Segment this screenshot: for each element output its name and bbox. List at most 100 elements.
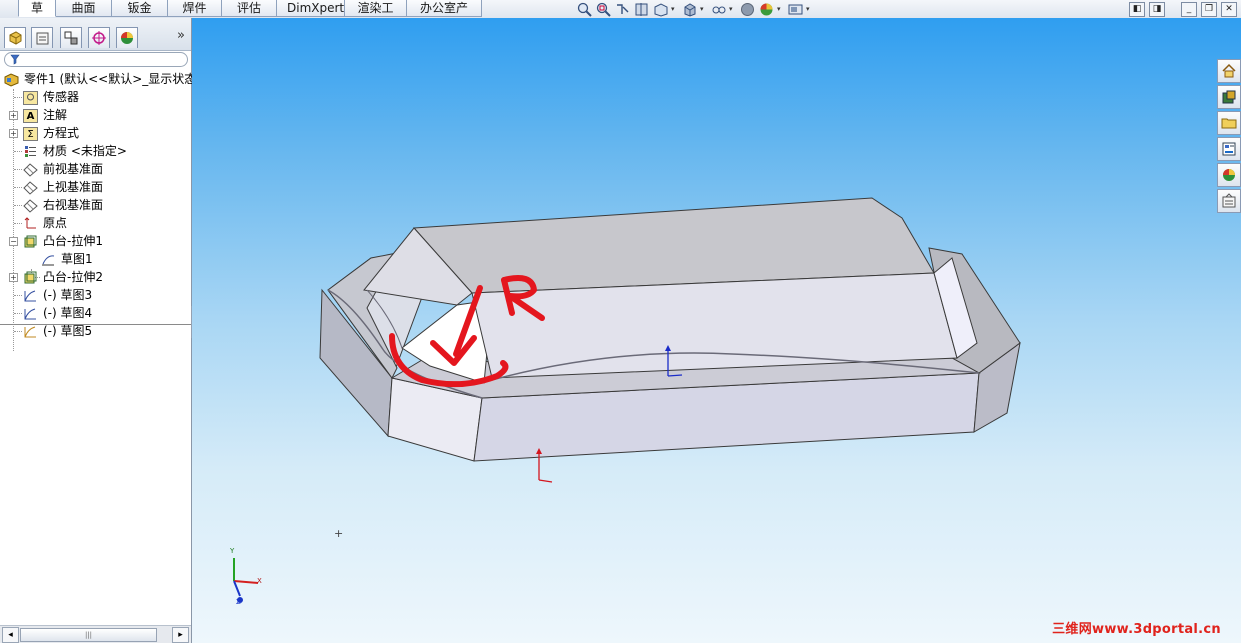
- cursor-mark: +: [334, 527, 343, 540]
- extrude-icon: [23, 235, 38, 249]
- dimxpert-icon[interactable]: [88, 27, 110, 48]
- tree-item-annotations[interactable]: A 注解: [23, 106, 67, 124]
- sketch-icon: [23, 325, 38, 339]
- tree-item-sketch3[interactable]: (-) 草图3: [23, 286, 92, 304]
- extrude-icon: [23, 271, 38, 285]
- tab-sketch[interactable]: 草图: [18, 0, 56, 31]
- tab-weldments[interactable]: 焊件: [168, 0, 222, 17]
- tab-office-products[interactable]: 办公室产品: [407, 0, 482, 31]
- configurationmanager-icon[interactable]: [60, 27, 82, 48]
- plane-icon: [23, 198, 38, 213]
- tile-right-button[interactable]: ◨: [1149, 1, 1165, 17]
- equation-icon: Σ: [23, 126, 38, 141]
- tree-item-label: 凸台-拉伸1: [43, 234, 103, 248]
- featuremanager-icon[interactable]: [4, 27, 26, 48]
- tree-item-sketch4[interactable]: (-) 草图4: [23, 304, 92, 322]
- window-controls: ◧ ◨ _ ❐ ✕: [1129, 0, 1241, 18]
- tile-left-button[interactable]: ◧: [1129, 1, 1145, 17]
- tab-sheet-metal[interactable]: 钣金: [112, 0, 168, 17]
- plane-icon: [23, 162, 38, 177]
- tree-item-label: 前视基准面: [43, 162, 104, 176]
- horizontal-scrollbar[interactable]: ◂ ||| ▸: [0, 625, 191, 643]
- view-orientation-icon[interactable]: [652, 1, 669, 17]
- part-icon: [4, 72, 19, 87]
- section-view-icon[interactable]: [633, 1, 650, 17]
- collapse-boss-extrude1-button[interactable]: −: [9, 237, 18, 246]
- hide-show-icon[interactable]: [710, 1, 727, 17]
- tab-surfaces[interactable]: 曲面: [56, 0, 112, 17]
- propertymanager-icon[interactable]: [31, 27, 53, 48]
- view-settings-dropdown-icon[interactable]: ▾: [806, 1, 814, 17]
- scroll-left-icon[interactable]: ◂: [2, 627, 19, 643]
- scroll-right-icon[interactable]: ▸: [172, 627, 189, 643]
- tree-item-material[interactable]: 材质 <未指定>: [23, 142, 127, 160]
- tab-evaluate[interactable]: 评估: [222, 0, 277, 17]
- zoom-area-icon[interactable]: [595, 1, 612, 17]
- view-settings-icon[interactable]: [787, 1, 804, 17]
- display-style-dropdown-icon[interactable]: ▾: [700, 1, 708, 17]
- triad-z-label: Z: [236, 598, 241, 606]
- rollback-bar[interactable]: [0, 324, 191, 325]
- triad-y-label: Y: [230, 547, 235, 555]
- custom-properties-icon[interactable]: [1217, 189, 1241, 213]
- tree-root-part[interactable]: 零件1 (默认<<默认>_显示状态: [4, 70, 196, 88]
- tree-item-sketch1[interactable]: 草图1: [41, 250, 93, 268]
- material-icon: [23, 145, 38, 159]
- file-explorer-icon[interactable]: [1217, 111, 1241, 135]
- tree-item-top-plane[interactable]: 上视基准面: [23, 178, 103, 196]
- triad-x-label: X: [257, 577, 262, 585]
- design-library-icon[interactable]: [1217, 85, 1241, 109]
- tree-item-sensors[interactable]: 传感器: [23, 88, 79, 106]
- sensor-icon: [23, 90, 38, 105]
- tree-item-label: 注解: [43, 108, 68, 122]
- plane-icon: [23, 180, 38, 195]
- view-palette-icon[interactable]: [1217, 137, 1241, 161]
- heads-up-view-toolbar: ▾ ▾ ▾ ▾ ▾: [576, 1, 814, 17]
- previous-view-icon[interactable]: [614, 1, 631, 17]
- zoom-to-fit-icon[interactable]: [576, 1, 593, 17]
- command-manager-tabbar: 草图 曲面 钣金 焊件 评估 DimXpert 渲染工具 办公室产品 ▾ ▾: [0, 0, 1241, 31]
- tab-render-tools[interactable]: 渲染工具: [345, 0, 407, 31]
- tree-item-label: 右视基准面: [43, 198, 104, 212]
- tree-item-label: (-) 草图5: [43, 324, 93, 338]
- tree-item-front-plane[interactable]: 前视基准面: [23, 160, 103, 178]
- feature-manager-tabs: »: [0, 18, 191, 51]
- tree-item-right-plane[interactable]: 右视基准面: [23, 196, 103, 214]
- tree-root-label: 零件1 (默认<<默认>_显示状态: [24, 72, 197, 86]
- watermark: 三维网www.3dportal.cn: [1052, 622, 1221, 637]
- graphics-area[interactable]: + Y X Z: [192, 18, 1241, 643]
- tree-item-label: 凸台-拉伸2: [43, 270, 103, 284]
- hide-show-dropdown-icon[interactable]: ▾: [729, 1, 737, 17]
- apply-scene-icon[interactable]: [758, 1, 775, 17]
- feature-manager-pane: » 零件1 (默认<<默认>_显示状态 传感器 + A 注解 + Σ 方程式 材…: [0, 18, 196, 643]
- expand-equations-button[interactable]: +: [9, 129, 18, 138]
- tree-item-label: 方程式: [43, 126, 80, 140]
- expand-annotations-button[interactable]: +: [9, 111, 18, 120]
- display-manager-icon[interactable]: [116, 27, 138, 48]
- task-pane-tabs: [1216, 58, 1241, 215]
- sketch-icon: [23, 307, 38, 321]
- tree-item-boss-extrude2[interactable]: 凸台-拉伸2: [23, 268, 103, 286]
- display-style-icon[interactable]: [681, 1, 698, 17]
- model-canvas: +: [233, 197, 1021, 603]
- edit-appearance-icon[interactable]: [739, 1, 756, 17]
- home-icon[interactable]: [1217, 59, 1241, 83]
- appearances-icon[interactable]: [1217, 163, 1241, 187]
- expand-boss-extrude2-button[interactable]: +: [9, 273, 18, 282]
- restore-button[interactable]: ❐: [1201, 1, 1217, 17]
- more-tabs-icon[interactable]: »: [177, 28, 185, 43]
- scroll-thumb[interactable]: |||: [20, 628, 157, 642]
- apply-scene-dropdown-icon[interactable]: ▾: [777, 1, 785, 17]
- tree-filter-input[interactable]: [4, 52, 188, 67]
- view-orientation-dropdown-icon[interactable]: ▾: [671, 1, 679, 17]
- close-button[interactable]: ✕: [1221, 1, 1237, 17]
- sketch-icon: [23, 289, 38, 303]
- tree-item-origin[interactable]: 原点: [23, 214, 67, 232]
- tree-item-label: 上视基准面: [43, 180, 104, 194]
- minimize-button[interactable]: _: [1181, 1, 1197, 17]
- annotation-icon: A: [23, 108, 38, 123]
- tree-item-label: (-) 草图4: [43, 306, 93, 320]
- tree-item-boss-extrude1[interactable]: 凸台-拉伸1: [23, 232, 103, 250]
- tab-dimxpert[interactable]: DimXpert: [277, 0, 345, 17]
- tree-item-equations[interactable]: Σ 方程式: [23, 124, 79, 142]
